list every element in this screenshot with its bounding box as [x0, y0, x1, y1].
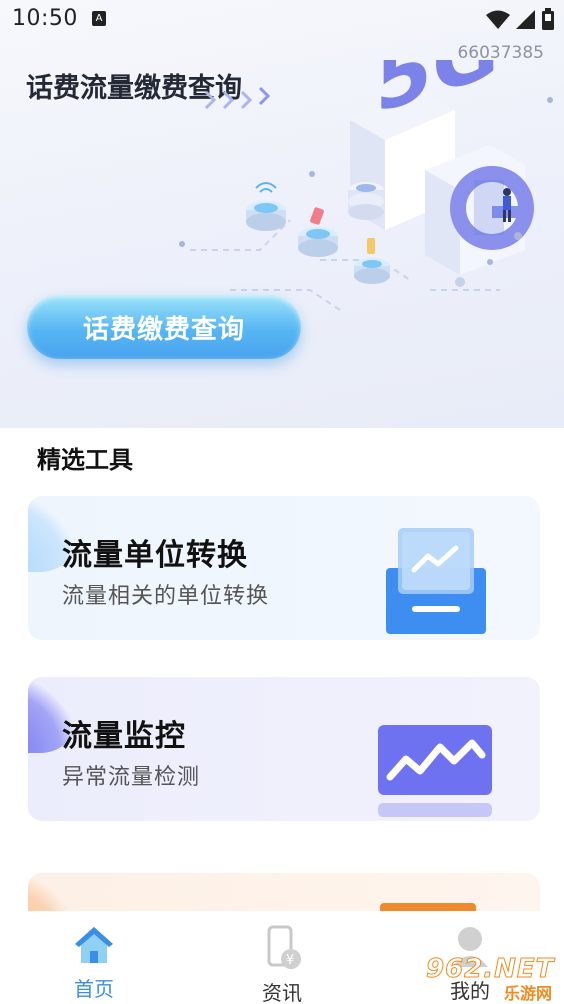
card-title: 流量监控 [62, 719, 186, 754]
nav-label: 资讯 [262, 981, 302, 1004]
card-subtitle: 异常流量检测 [62, 765, 201, 790]
status-bar: 10:50 A [0, 0, 564, 38]
cell-signal-icon [516, 10, 535, 29]
section-title: 精选工具 [37, 446, 133, 474]
card-title: 流量单位转换 [62, 538, 248, 573]
nav-item-home[interactable]: 首页 [44, 925, 144, 1002]
status-time: 10:50 [12, 6, 78, 31]
site-watermark: 962.NET 乐游网 [425, 954, 556, 1004]
watermark-sub: 乐游网 [503, 984, 552, 1003]
phone-bill-query-button[interactable]: 话费缴费查询 [27, 295, 301, 359]
card-subtitle: 流量相关的单位转换 [62, 584, 270, 609]
home-icon [75, 927, 113, 963]
unit-conversion-card[interactable]: 流量单位转换 流量相关的单位转换 [28, 496, 540, 640]
svg-text:¥: ¥ [286, 953, 294, 968]
nav-label: 首页 [74, 977, 114, 1001]
phone-yen-icon: ¥ [267, 925, 301, 969]
chart-card-icon [386, 528, 486, 634]
trend-chart-icon [378, 725, 492, 817]
notification-icon: A [92, 11, 106, 26]
traffic-monitor-card[interactable]: 流量监控 异常流量检测 [28, 677, 540, 821]
banner: 66037385 话费流量缴费查询 5G 话费缴费查询 [0, 0, 564, 428]
nav-item-news[interactable]: ¥ 资讯 [232, 925, 332, 1004]
battery-icon [542, 8, 554, 30]
wifi-icon [486, 10, 510, 29]
